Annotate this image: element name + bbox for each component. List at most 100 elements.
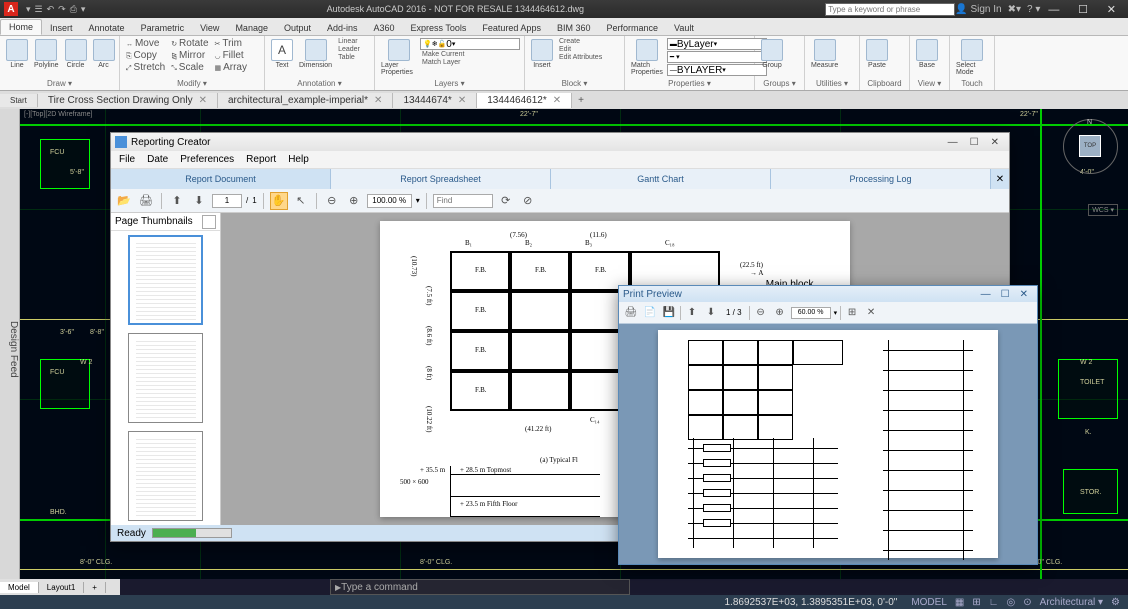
- ribbon-tab-annotate[interactable]: Annotate: [81, 21, 133, 35]
- close-tab-icon[interactable]: ✕: [553, 95, 561, 106]
- menu-preferences[interactable]: Preferences: [180, 154, 234, 165]
- minimize-button[interactable]: —: [1040, 4, 1067, 16]
- rwin-maximize[interactable]: ☐: [964, 137, 985, 148]
- rwin-tabs-close[interactable]: ✕: [991, 169, 1009, 189]
- page-down-button[interactable]: ⬇: [190, 192, 208, 210]
- zoom-input[interactable]: [367, 194, 412, 208]
- pwin-page-down[interactable]: ⬇: [703, 305, 719, 321]
- tab-processing-log[interactable]: Processing Log: [771, 169, 991, 189]
- page-thumbnail-1[interactable]: [128, 235, 203, 325]
- qat-redo-icon[interactable]: ↷: [58, 4, 66, 15]
- text-button[interactable]: AText: [269, 38, 295, 70]
- ribbon-tab-addins[interactable]: Add-ins: [319, 21, 366, 35]
- pwin-close[interactable]: ✕: [1015, 289, 1033, 300]
- page-up-button[interactable]: ⬆: [168, 192, 186, 210]
- pwin-zoom-out[interactable]: ⊖: [753, 305, 769, 321]
- draw-panel-label[interactable]: Draw ▾: [4, 78, 115, 88]
- linear-button[interactable]: Linear: [336, 38, 362, 45]
- select-mode-button[interactable]: Select Mode: [954, 38, 990, 77]
- qat-new-icon[interactable]: ☰: [35, 4, 43, 15]
- pwin-save-button[interactable]: 💾: [661, 305, 677, 321]
- pwin-page-up[interactable]: ⬆: [684, 305, 700, 321]
- qat-print-icon[interactable]: ⎙: [70, 4, 77, 15]
- match-properties-button[interactable]: Match Properties: [629, 38, 665, 77]
- measure-button[interactable]: Measure: [809, 38, 840, 70]
- ribbon-tab-view[interactable]: View: [192, 21, 227, 35]
- side-panel-tabs[interactable]: Design Feed: [0, 109, 20, 579]
- linetype-combo[interactable]: — BYLAYER ▾: [667, 64, 767, 76]
- menu-help[interactable]: Help: [288, 154, 309, 165]
- groups-panel-label[interactable]: Groups ▾: [759, 78, 800, 88]
- pwin-grid-button[interactable]: ⊞: [844, 305, 860, 321]
- trim-button[interactable]: ✂ Trim: [213, 38, 249, 49]
- qat-undo-icon[interactable]: ↶: [47, 4, 55, 15]
- layer-combo[interactable]: 💡❄🔓 0 ▾: [420, 38, 520, 50]
- signin-button[interactable]: 👤 Sign In: [955, 4, 1001, 15]
- pwin-print-button[interactable]: 🖨: [623, 305, 639, 321]
- add-layout-button[interactable]: +: [84, 582, 106, 593]
- close-button[interactable]: ✕: [1099, 4, 1124, 16]
- polyline-button[interactable]: Polyline: [32, 38, 61, 70]
- copy-thumb-icon[interactable]: [202, 215, 216, 229]
- rotate-button[interactable]: ↻ Rotate: [169, 38, 210, 49]
- tab-report-document[interactable]: Report Document: [111, 169, 331, 189]
- print-button[interactable]: 🖨: [137, 192, 155, 210]
- menu-date[interactable]: Date: [147, 154, 168, 165]
- ribbon-tab-express[interactable]: Express Tools: [403, 21, 475, 35]
- grid-toggle[interactable]: ▦: [951, 597, 968, 608]
- drawing-tab-2[interactable]: architectural_example-imperial*✕: [218, 93, 393, 108]
- lineweight-combo[interactable]: ━ ▾: [667, 51, 767, 63]
- page-number-input[interactable]: [212, 194, 242, 208]
- tab-report-spreadsheet[interactable]: Report Spreadsheet: [331, 169, 551, 189]
- utilities-panel-label[interactable]: Utilities ▾: [809, 78, 855, 88]
- page-thumbnail-3[interactable]: [128, 431, 203, 521]
- polar-toggle[interactable]: ◎: [1003, 597, 1020, 608]
- rwin-minimize[interactable]: —: [942, 137, 964, 148]
- mirror-button[interactable]: ⧎ Mirror: [169, 50, 210, 61]
- menu-report[interactable]: Report: [246, 154, 276, 165]
- line-button[interactable]: Line: [4, 38, 30, 70]
- ribbon-tab-performance[interactable]: Performance: [598, 21, 666, 35]
- copy-button[interactable]: ⎘ Copy: [124, 50, 167, 61]
- pwin-close-tool[interactable]: ✕: [863, 305, 879, 321]
- pwin-export-button[interactable]: 📄: [642, 305, 658, 321]
- hand-tool-button[interactable]: ✋: [270, 192, 288, 210]
- close-tab-icon[interactable]: ✕: [458, 95, 466, 106]
- drawing-tab-3[interactable]: 13444674*✕: [393, 93, 477, 108]
- group-button[interactable]: Group: [759, 38, 785, 70]
- pwin-minimize[interactable]: —: [976, 289, 996, 300]
- touch-panel-label[interactable]: Touch: [954, 78, 990, 88]
- app-logo[interactable]: A: [4, 2, 18, 16]
- close-tab-icon[interactable]: ✕: [374, 95, 382, 106]
- edit-attributes-button[interactable]: Edit Attributes: [557, 54, 604, 61]
- modify-panel-label[interactable]: Modify ▾: [124, 78, 260, 88]
- qat-menu-icon[interactable]: ▾: [26, 4, 31, 15]
- help-icon[interactable]: ? ▾: [1027, 4, 1040, 15]
- dimension-button[interactable]: Dimension: [297, 38, 334, 70]
- settings-icon[interactable]: ⚙: [1107, 597, 1124, 608]
- clipboard-panel-label[interactable]: Clipboard: [864, 78, 905, 88]
- drawing-tab-start[interactable]: Start: [0, 94, 38, 107]
- ribbon-tab-output[interactable]: Output: [276, 21, 319, 35]
- pointer-tool-button[interactable]: ↖: [292, 192, 310, 210]
- rwin-close[interactable]: ✕: [985, 137, 1005, 148]
- create-block-button[interactable]: Create: [557, 38, 604, 45]
- open-button[interactable]: 📂: [115, 192, 133, 210]
- help-search-input[interactable]: [825, 3, 955, 16]
- pwin-maximize[interactable]: ☐: [996, 289, 1015, 300]
- move-button[interactable]: ↔ Move: [124, 38, 167, 49]
- close-tab-icon[interactable]: ✕: [199, 95, 207, 106]
- page-thumbnail-2[interactable]: [128, 333, 203, 423]
- insert-block-button[interactable]: Insert: [529, 38, 555, 70]
- ortho-toggle[interactable]: ∟: [985, 597, 1003, 608]
- edit-block-button[interactable]: Edit: [557, 46, 604, 53]
- ribbon-tab-manage[interactable]: Manage: [227, 21, 276, 35]
- stretch-button[interactable]: ⤢ Stretch: [124, 62, 167, 73]
- table-button[interactable]: Table: [336, 54, 362, 61]
- thumbnail-list[interactable]: [111, 231, 220, 525]
- command-line[interactable]: ▶ Type a command: [330, 579, 630, 595]
- exchange-icon[interactable]: ✖▾: [1008, 4, 1021, 15]
- ribbon-tab-insert[interactable]: Insert: [42, 21, 81, 35]
- ribbon-tab-parametric[interactable]: Parametric: [133, 21, 193, 35]
- ribbon-tab-bim360[interactable]: BIM 360: [549, 21, 599, 35]
